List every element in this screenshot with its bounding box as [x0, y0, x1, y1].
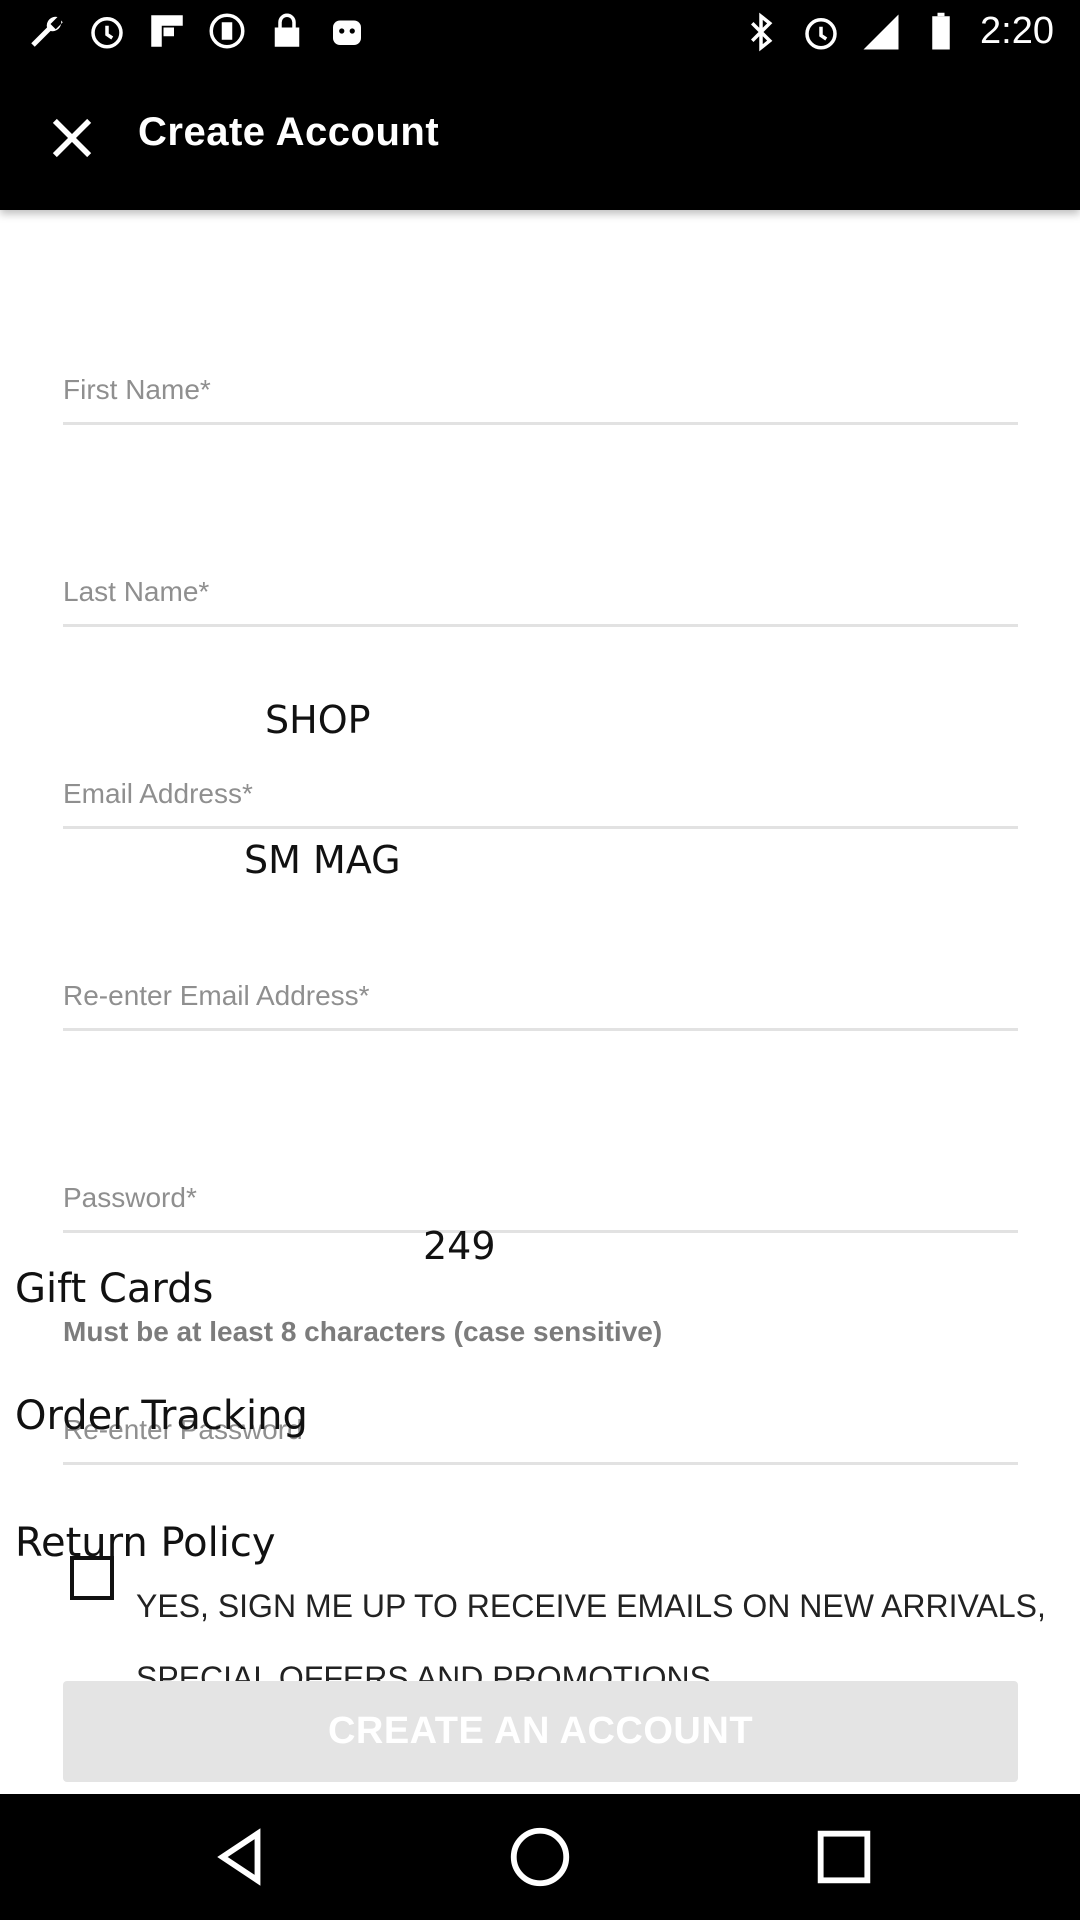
gift-cards-link[interactable]: Gift Cards [15, 1266, 213, 1312]
bluetooth-icon [751, 12, 773, 51]
email-input[interactable] [63, 769, 1018, 819]
navigation-bar [0, 1794, 1080, 1920]
password-underline [63, 1230, 1018, 1233]
email-underline [63, 826, 1018, 829]
email-field [63, 749, 1018, 829]
reenter-password-underline [63, 1462, 1018, 1465]
battery-icon [932, 12, 950, 49]
password-field [63, 1153, 1018, 1233]
newsletter-checkbox[interactable] [70, 1556, 114, 1600]
alarm-icon [805, 17, 837, 49]
app-bar: Create Account [0, 64, 1080, 210]
last-name-input[interactable] [63, 567, 1018, 617]
first-name-input[interactable] [63, 365, 1018, 415]
home-icon[interactable] [505, 1822, 575, 1892]
record-icon [209, 13, 245, 49]
wrench-icon [31, 16, 63, 47]
first-name-field [63, 345, 1018, 425]
reenter-email-field [63, 951, 1018, 1031]
create-account-label: CREATE AN ACCOUNT [327, 1710, 754, 1752]
sm-mag-label: SM MAG [244, 838, 401, 882]
flipboard-icon [151, 15, 183, 47]
password-input[interactable] [63, 1173, 1018, 1223]
page-title: Create Account [138, 110, 440, 154]
lock-icon [274, 13, 300, 47]
last-name-field [63, 547, 1018, 627]
first-name-underline [63, 422, 1018, 425]
back-icon[interactable] [205, 1822, 275, 1892]
count-label: 249 [423, 1224, 496, 1268]
signal-icon [863, 14, 899, 49]
reenter-email-input[interactable] [63, 971, 1018, 1021]
password-hint: Must be at least 8 characters (case sens… [63, 1316, 663, 1347]
android-icon [333, 20, 361, 45]
newsletter-label: YES, SIGN ME UP TO RECEIVE EMAILS ON NEW… [136, 1552, 1076, 1696]
status-bar: 2:20 [0, 0, 1080, 64]
status-time: 2:20 [980, 10, 1054, 52]
reenter-email-underline [63, 1028, 1018, 1031]
recents-icon[interactable] [809, 1822, 879, 1892]
order-tracking-link[interactable]: Order Tracking [15, 1393, 308, 1439]
create-account-button[interactable]: CREATE AN ACCOUNT [63, 1681, 1018, 1782]
close-icon[interactable] [46, 112, 98, 164]
alarm-icon [91, 17, 123, 49]
last-name-underline [63, 624, 1018, 627]
newsletter-label-line1: YES, SIGN ME UP TO RECEIVE EMAILS ON NEW… [136, 1588, 1046, 1624]
shop-label: SHOP [265, 698, 371, 742]
